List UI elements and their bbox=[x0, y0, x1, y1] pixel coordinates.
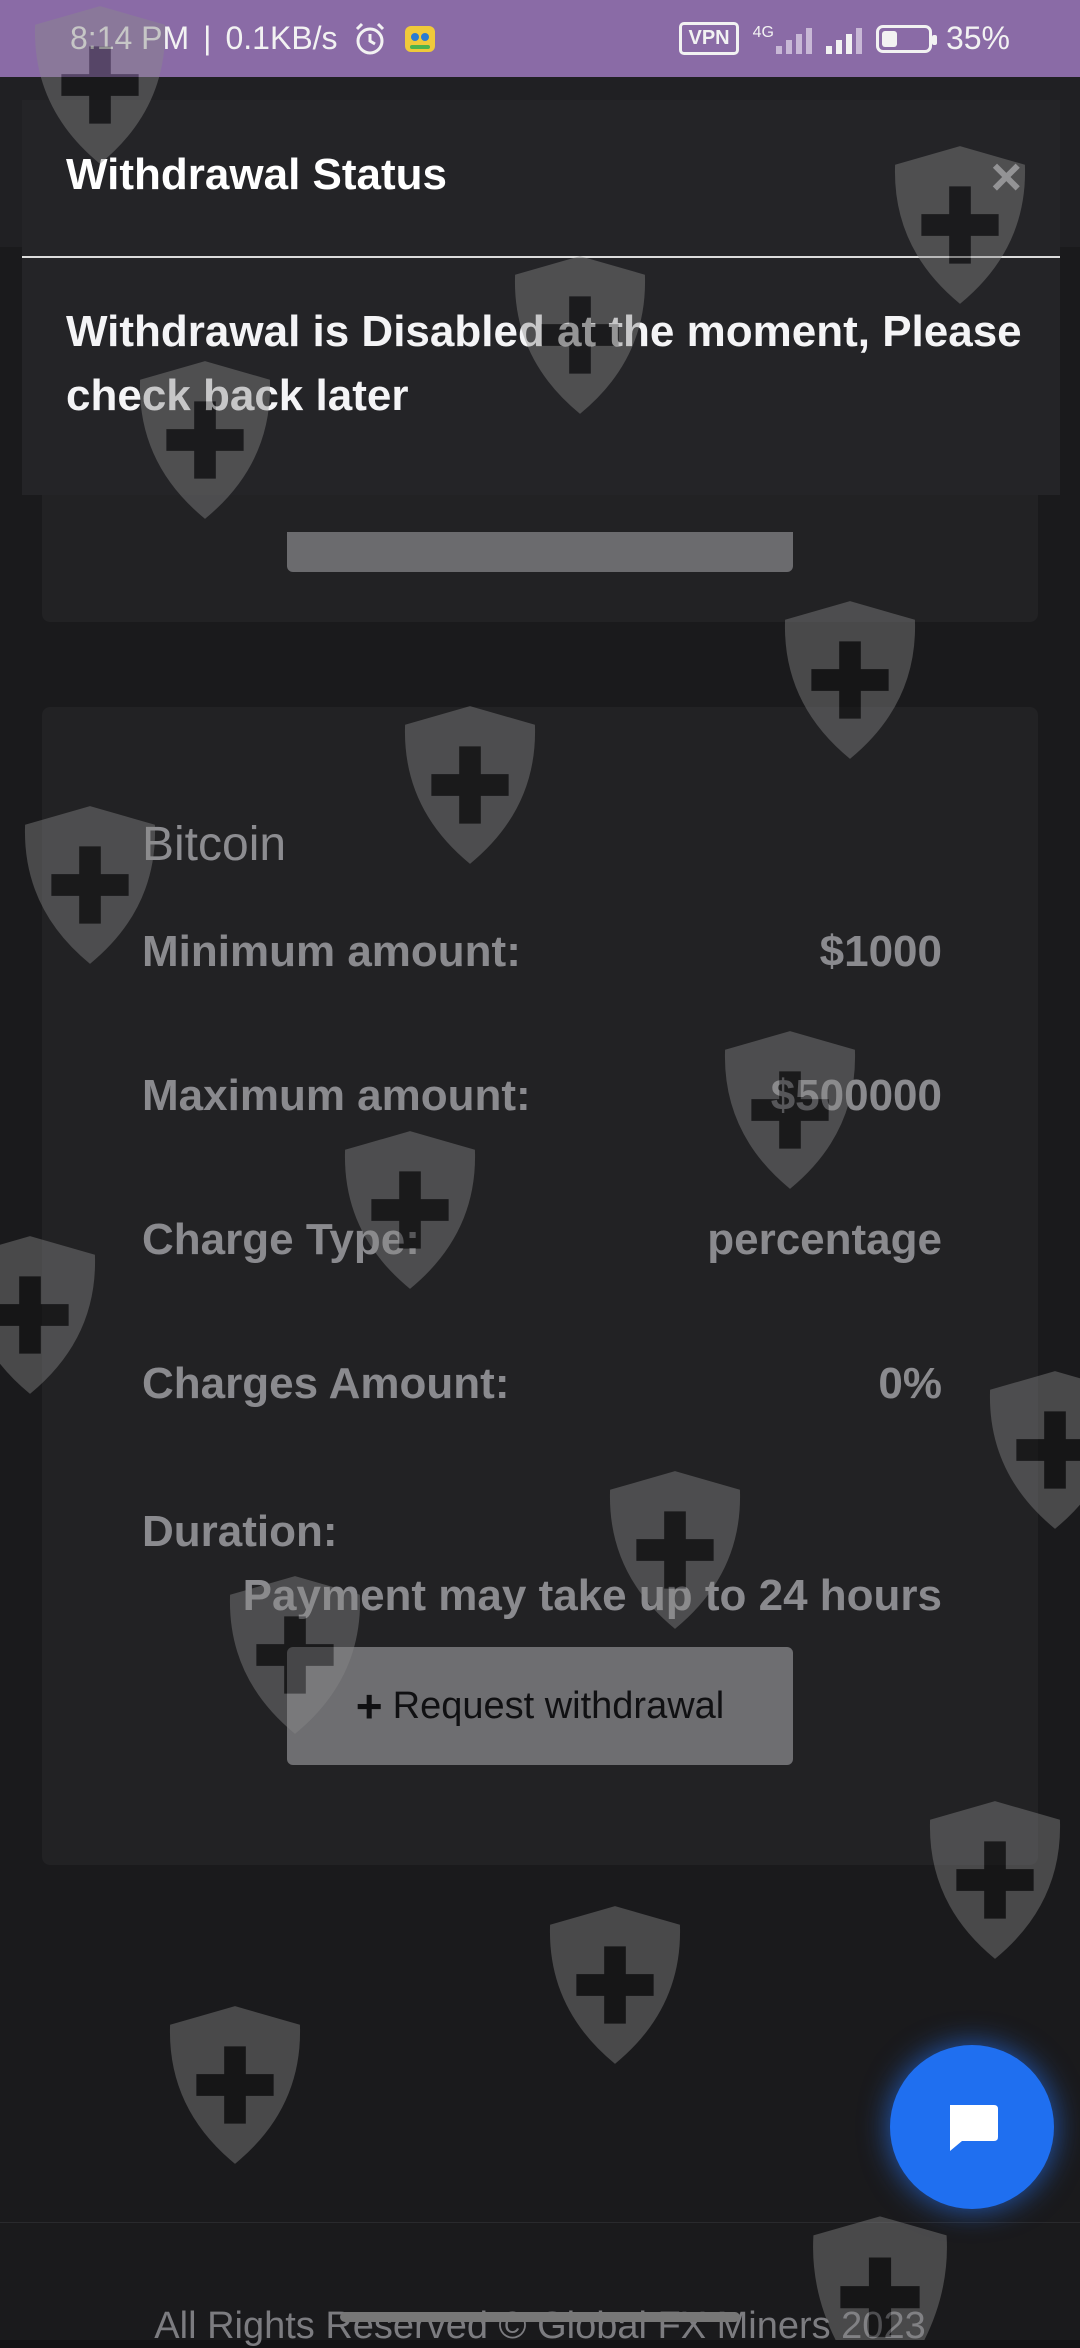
detail-value: percentage bbox=[707, 1215, 942, 1264]
chat-button[interactable] bbox=[890, 2045, 1054, 2209]
alarm-icon bbox=[355, 22, 384, 54]
chat-bubble-icon bbox=[950, 2105, 998, 2151]
plus-icon: + bbox=[355, 1680, 383, 1732]
battery-icon bbox=[875, 24, 937, 53]
detail-value: $1000 bbox=[819, 927, 942, 976]
detail-value: $500000 bbox=[770, 1071, 942, 1120]
status-bar: 8:14 PM | 0.1KB/s VPN 4G 35% bbox=[0, 0, 1080, 77]
signal-strength-icon-2 bbox=[825, 24, 862, 54]
network-type: 4G bbox=[752, 23, 774, 41]
detail-row-maximum: Maximum amount: $500000 bbox=[142, 1071, 942, 1121]
footer-divider bbox=[0, 2222, 1080, 2223]
request-withdrawal-label: Request withdrawal bbox=[392, 1684, 725, 1727]
withdrawal-status-modal: Withdrawal Status × Withdrawal is Disabl… bbox=[22, 100, 1060, 495]
status-time: 8:14 PM bbox=[70, 20, 190, 56]
detail-label: Charges Amount: bbox=[142, 1359, 510, 1408]
detail-row-minimum: Minimum amount: $1000 bbox=[142, 927, 942, 977]
app-notification-icon bbox=[404, 25, 435, 52]
detail-label: Charge Type: bbox=[142, 1215, 420, 1264]
duration-value: Payment may take up to 24 hours bbox=[242, 1571, 942, 1620]
status-speed: 0.1KB/s bbox=[225, 20, 338, 56]
modal-header: Withdrawal Status × bbox=[22, 100, 1060, 258]
modal-message: Withdrawal is Disabled at the moment, Pl… bbox=[66, 307, 1022, 420]
request-withdrawal-button-previous[interactable] bbox=[287, 532, 793, 572]
withdrawal-method-card: Bitcoin Minimum amount: $1000 Maximum am… bbox=[42, 707, 1038, 1865]
status-separator: | bbox=[203, 20, 212, 56]
modal-title: Withdrawal Status bbox=[66, 150, 447, 199]
detail-row-charge-type: Charge Type: percentage bbox=[142, 1215, 942, 1265]
detail-label: Minimum amount: bbox=[142, 927, 521, 976]
signal-strength-icon-1 bbox=[775, 24, 812, 54]
vpn-badge: VPN bbox=[679, 22, 739, 55]
battery-percent: 35% bbox=[945, 20, 1010, 56]
duration-label: Duration: bbox=[142, 1507, 338, 1556]
close-icon[interactable]: × bbox=[990, 150, 1022, 204]
home-indicator[interactable] bbox=[340, 2312, 740, 2322]
detail-row-charges-amount: Charges Amount: 0% bbox=[142, 1359, 942, 1409]
detail-label: Maximum amount: bbox=[142, 1071, 531, 1120]
detail-value: 0% bbox=[878, 1359, 942, 1408]
method-name: Bitcoin bbox=[142, 818, 287, 871]
request-withdrawal-button[interactable]: + Request withdrawal bbox=[287, 1647, 793, 1765]
